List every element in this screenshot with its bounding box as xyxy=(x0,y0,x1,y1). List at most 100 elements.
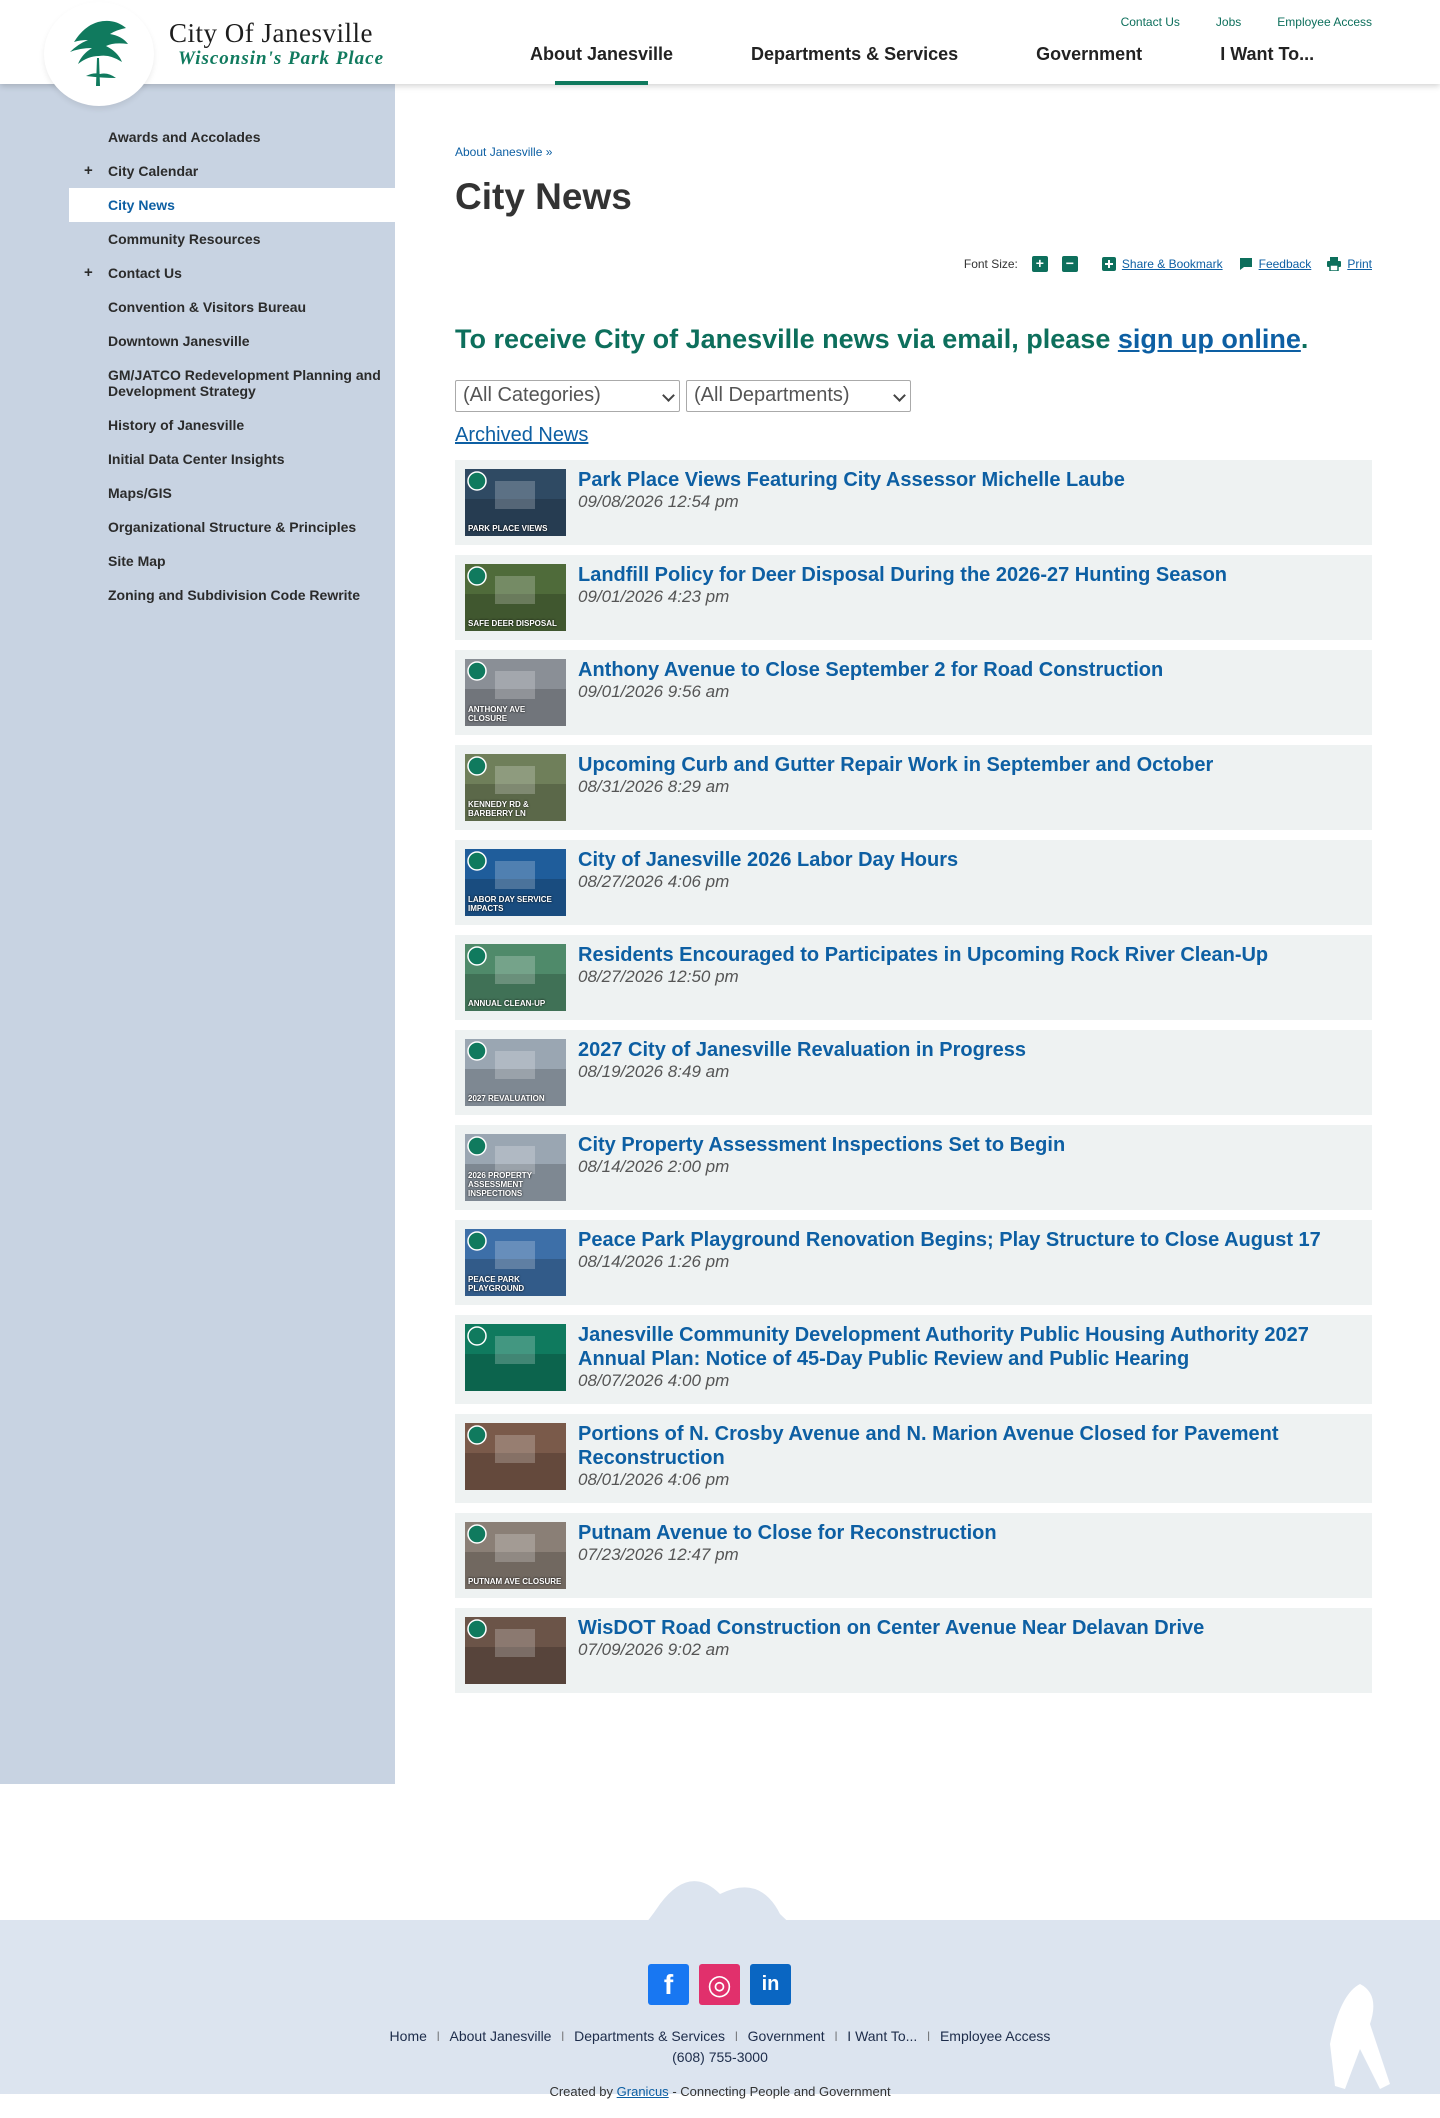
utility-link-contact-us[interactable]: Contact Us xyxy=(1121,15,1180,29)
expand-plus-icon[interactable]: + xyxy=(84,163,93,179)
news-date: 09/01/2026 4:23 pm xyxy=(578,587,730,606)
news-thumbnail[interactable]: PEACE PARK PLAYGROUND xyxy=(465,1229,566,1296)
sidebar-item-label: City News xyxy=(108,197,175,213)
sidebar-item-maps-gis[interactable]: Maps/GIS xyxy=(69,476,395,510)
news-title-link[interactable]: Residents Encouraged to Participates in … xyxy=(578,943,1358,967)
news-item[interactable]: Janesville Community Development Authori… xyxy=(455,1315,1372,1404)
sidebar-item-gm-jatco[interactable]: GM/JATCO Redevelopment Planning and Deve… xyxy=(69,358,395,408)
footer-phone: (608) 755-3000 xyxy=(672,2049,768,2065)
news-thumbnail-caption: ANNUAL CLEAN-UP xyxy=(468,999,546,1008)
granicus-link[interactable]: Granicus xyxy=(617,2084,669,2099)
news-title-link[interactable]: Landfill Policy for Deer Disposal During… xyxy=(578,563,1358,587)
facebook-icon[interactable]: f xyxy=(648,1964,689,2005)
site-footer: f ◎ in Home | About Janesville | Departments &… xyxy=(0,1784,1440,2118)
news-thumbnail[interactable]: LABOR DAY SERVICE IMPACTS xyxy=(465,849,566,916)
sidebar-item-city-calendar[interactable]: + City Calendar xyxy=(69,154,395,188)
news-title-link[interactable]: Park Place Views Featuring City Assessor… xyxy=(578,468,1358,492)
news-thumbnail[interactable] xyxy=(465,1324,566,1391)
sidebar-item-data-center[interactable]: Initial Data Center Insights xyxy=(69,442,395,476)
signup-online-link[interactable]: sign up online xyxy=(1118,324,1301,354)
utility-link-jobs[interactable]: Jobs xyxy=(1216,15,1241,29)
news-title-link[interactable]: 2027 City of Janesville Revaluation in P… xyxy=(578,1038,1358,1062)
archived-news-link[interactable]: Archived News xyxy=(455,424,588,447)
news-thumbnail[interactable]: PARK PLACE VIEWS xyxy=(465,469,566,536)
news-date: 08/27/2026 4:06 pm xyxy=(578,872,730,891)
news-thumbnail-caption: 2026 PROPERTY ASSESSMENT INSPECTIONS xyxy=(468,1171,532,1198)
footer-link[interactable]: I Want To... xyxy=(847,2028,917,2046)
news-date: 08/14/2026 1:26 pm xyxy=(578,1252,730,1271)
print-link[interactable]: Print xyxy=(1327,257,1372,271)
sidebar-item-contact-us[interactable]: + Contact Us xyxy=(69,256,395,290)
footer-link[interactable]: Home xyxy=(390,2028,427,2046)
news-title-link[interactable]: Peace Park Playground Renovation Begins;… xyxy=(578,1228,1358,1252)
share-plus-icon xyxy=(1101,257,1116,271)
share-bookmark-link[interactable]: Share & Bookmark xyxy=(1101,257,1223,271)
sidebar: Awards and Accolades + City Calendar City… xyxy=(0,84,395,1784)
sidebar-item-org-structure[interactable]: Organizational Structure & Principles xyxy=(69,510,395,544)
nav-departments-services[interactable]: Departments & Services xyxy=(751,44,958,85)
sidebar-item-history[interactable]: History of Janesville xyxy=(69,408,395,442)
news-thumbnail[interactable]: SAFE DEER DISPOSAL xyxy=(465,564,566,631)
nav-about-janesville[interactable]: About Janesville xyxy=(530,44,673,85)
footer-link[interactable]: Government xyxy=(748,2028,825,2046)
nav-government[interactable]: Government xyxy=(1036,44,1142,85)
news-thumbnail[interactable]: PUTNAM AVE CLOSURE xyxy=(465,1522,566,1589)
social-links: f ◎ in xyxy=(648,1964,791,2005)
department-select[interactable]: (All Departments) xyxy=(686,380,911,412)
footer-link[interactable]: About Janesville xyxy=(450,2028,552,2046)
news-title-link[interactable]: WisDOT Road Construction on Center Avenu… xyxy=(578,1616,1358,1640)
utility-link-employee-access[interactable]: Employee Access xyxy=(1277,15,1372,29)
news-thumbnail[interactable] xyxy=(465,1617,566,1684)
font-decrease-icon[interactable]: − xyxy=(1061,256,1078,272)
news-title-link[interactable]: Anthony Avenue to Close September 2 for … xyxy=(578,658,1358,682)
news-thumbnail[interactable] xyxy=(465,1423,566,1490)
news-thumbnail-image xyxy=(465,1324,566,1391)
nav-i-want-to[interactable]: I Want To... xyxy=(1220,44,1314,85)
news-item[interactable]: PARK PLACE VIEWS Park Place Views Featuri… xyxy=(455,460,1372,545)
news-thumbnail[interactable]: ANNUAL CLEAN-UP xyxy=(465,944,566,1011)
news-title-link[interactable]: City of Janesville 2026 Labor Day Hours xyxy=(578,848,1358,872)
sidebar-item-site-map[interactable]: Site Map xyxy=(69,544,395,578)
news-item[interactable]: SAFE DEER DISPOSAL Landfill Policy for De… xyxy=(455,555,1372,640)
utility-nav: Contact Us Jobs Employee Access xyxy=(1121,15,1372,29)
sidebar-item-label: Site Map xyxy=(108,553,166,569)
sidebar-item-city-news[interactable]: City News xyxy=(69,188,395,222)
news-title-link[interactable]: Upcoming Curb and Gutter Repair Work in … xyxy=(578,753,1358,777)
instagram-icon[interactable]: ◎ xyxy=(699,1964,740,2005)
news-item[interactable]: ANTHONY AVE CLOSURE Anthony Avenue to Clo… xyxy=(455,650,1372,735)
news-item[interactable]: ANNUAL CLEAN-UP Residents Encouraged to P… xyxy=(455,935,1372,1020)
news-thumbnail-caption: PEACE PARK PLAYGROUND xyxy=(468,1275,525,1293)
news-item[interactable]: 2026 PROPERTY ASSESSMENT INSPECTIONS City… xyxy=(455,1125,1372,1210)
news-title-link[interactable]: Janesville Community Development Authori… xyxy=(578,1323,1358,1371)
news-item[interactable]: WisDOT Road Construction on Center Avenu… xyxy=(455,1608,1372,1693)
sidebar-item-community-resources[interactable]: Community Resources xyxy=(69,222,395,256)
footer-link[interactable]: Departments & Services xyxy=(574,2028,725,2046)
sidebar-item-convention-visitors[interactable]: Convention & Visitors Bureau xyxy=(69,290,395,324)
news-item[interactable]: PUTNAM AVE CLOSURE Putnam Avenue to Close… xyxy=(455,1513,1372,1598)
font-increase-icon[interactable]: + xyxy=(1031,256,1048,272)
feedback-link[interactable]: Feedback xyxy=(1239,257,1311,271)
news-item[interactable]: KENNEDY RD & BARBERRY LN Upcoming Curb an… xyxy=(455,745,1372,830)
news-item[interactable]: 2027 REVALUATION 2027 City of Janesville … xyxy=(455,1030,1372,1115)
logo-title[interactable]: City Of Janesville xyxy=(169,18,373,49)
news-thumbnail[interactable]: KENNEDY RD & BARBERRY LN xyxy=(465,754,566,821)
news-item[interactable]: PEACE PARK PLAYGROUND Peace Park Playgrou… xyxy=(455,1220,1372,1305)
page-tools: Font Size: + − Share & Bookmark Feedback… xyxy=(964,256,1372,272)
sidebar-item-zoning[interactable]: Zoning and Subdivision Code Rewrite xyxy=(69,578,395,612)
news-title-link[interactable]: Portions of N. Crosby Avenue and N. Mari… xyxy=(578,1422,1358,1470)
breadcrumb[interactable]: About Janesville » xyxy=(455,145,552,159)
sidebar-item-awards[interactable]: Awards and Accolades xyxy=(69,120,395,154)
news-title-link[interactable]: Putnam Avenue to Close for Reconstructio… xyxy=(578,1521,1358,1545)
sidebar-item-downtown[interactable]: Downtown Janesville xyxy=(69,324,395,358)
news-thumbnail[interactable]: 2026 PROPERTY ASSESSMENT INSPECTIONS xyxy=(465,1134,566,1201)
news-item[interactable]: LABOR DAY SERVICE IMPACTS City of Janesvi… xyxy=(455,840,1372,925)
news-thumbnail[interactable]: 2027 REVALUATION xyxy=(465,1039,566,1106)
logo-badge[interactable] xyxy=(44,2,154,106)
linkedin-icon[interactable]: in xyxy=(750,1964,791,2005)
news-title-link[interactable]: City Property Assessment Inspections Set… xyxy=(578,1133,1358,1157)
news-item[interactable]: Portions of N. Crosby Avenue and N. Mari… xyxy=(455,1414,1372,1503)
news-thumbnail[interactable]: ANTHONY AVE CLOSURE xyxy=(465,659,566,726)
footer-link[interactable]: Employee Access xyxy=(940,2028,1051,2046)
category-select[interactable]: (All Categories) xyxy=(455,380,680,412)
expand-plus-icon[interactable]: + xyxy=(84,265,93,281)
